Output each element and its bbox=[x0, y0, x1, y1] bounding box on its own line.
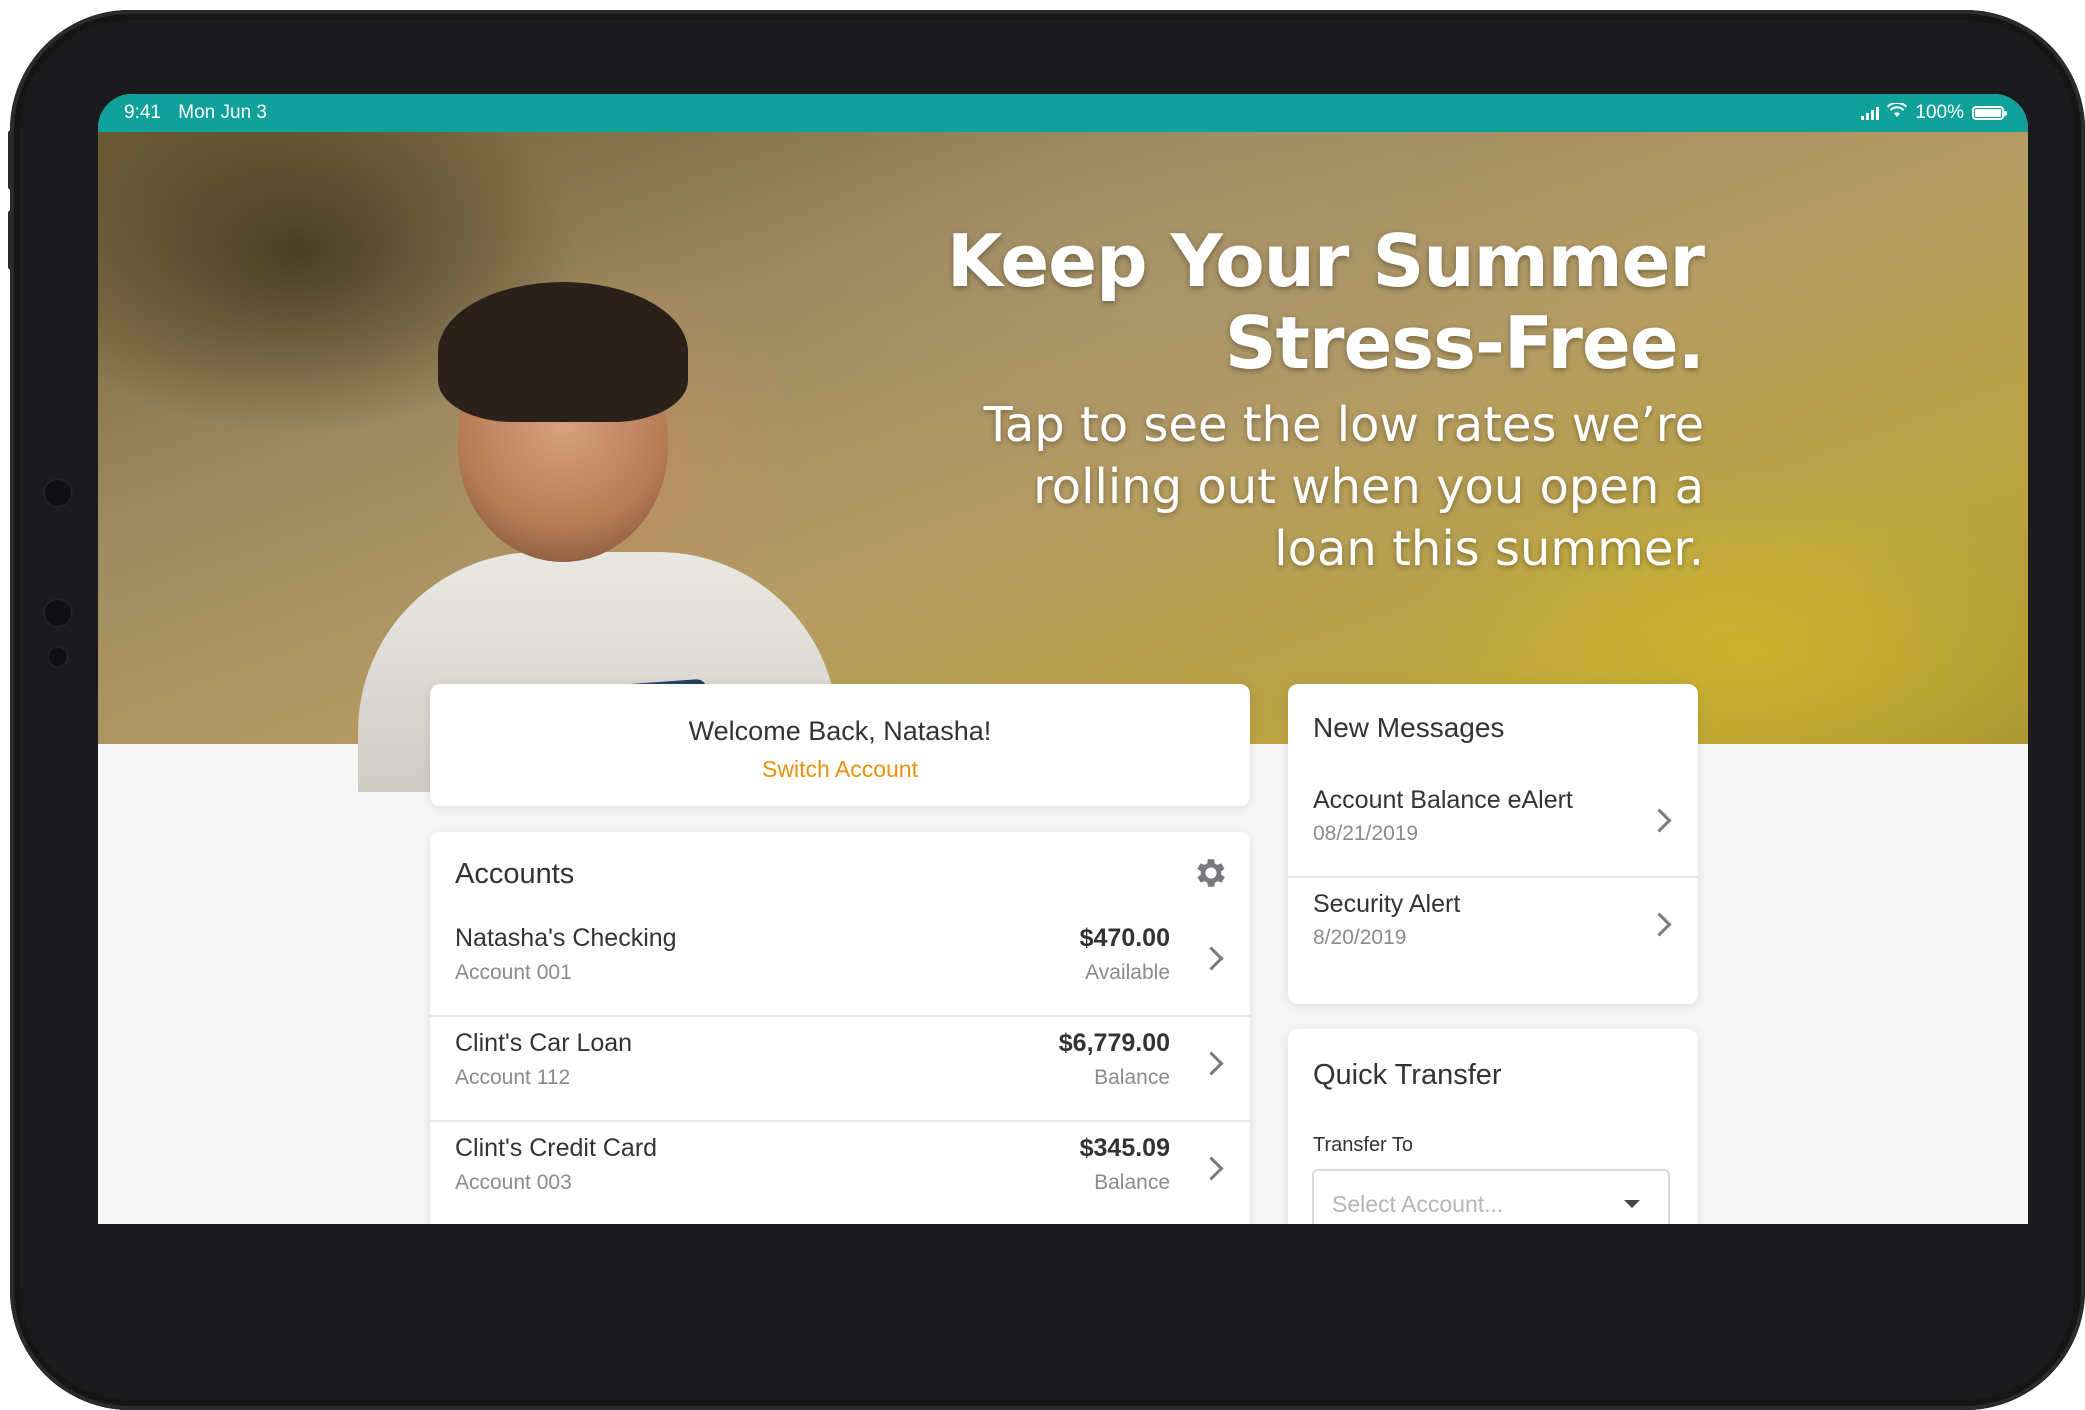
message-row[interactable]: Account Balance eAlert 08/21/2019 bbox=[1288, 774, 1698, 878]
account-amount-type: Available bbox=[1085, 961, 1170, 984]
welcome-card: Welcome Back, Natasha! Switch Account bbox=[430, 684, 1250, 806]
promo-title-line: Keep Your Summer bbox=[946, 219, 1705, 303]
accounts-card: Accounts Natasha's Checking Account 001 … bbox=[430, 832, 1250, 1224]
chevron-right-icon bbox=[1647, 808, 1672, 833]
status-date: Mon Jun 3 bbox=[178, 102, 267, 123]
account-row[interactable]: Clint's Credit Card Account 003 $345.09 … bbox=[430, 1122, 1250, 1224]
ipad-frame: 9:41 Mon Jun 3 100% Keep Your Summer Str… bbox=[8, 10, 2085, 1410]
camera-lens bbox=[45, 600, 71, 626]
app-screen: 9:41 Mon Jun 3 100% Keep Your Summer Str… bbox=[98, 94, 2028, 1224]
message-date: 8/20/2019 bbox=[1313, 926, 1407, 949]
battery-percent: 100% bbox=[1915, 102, 1964, 123]
message-title: Security Alert bbox=[1313, 890, 1461, 918]
promo-banner[interactable]: Keep Your Summer Stress-Free. Tap to see… bbox=[98, 132, 2028, 792]
status-time: 9:41 bbox=[124, 102, 161, 123]
chevron-right-icon bbox=[1647, 912, 1672, 937]
promo-subtitle-line: Tap to see the low rates we’re bbox=[983, 397, 1704, 453]
battery-icon bbox=[1972, 106, 2007, 120]
message-title: Account Balance eAlert bbox=[1313, 786, 1573, 814]
chevron-right-icon bbox=[1199, 946, 1224, 971]
account-amount: $6,779.00 bbox=[1058, 1029, 1170, 1057]
account-name: Clint's Car Loan bbox=[455, 1029, 633, 1057]
chevron-right-icon bbox=[1199, 1156, 1224, 1181]
transfer-to-placeholder: Select Account... bbox=[1332, 1191, 1504, 1217]
transfer-to-select[interactable]: Select Account... bbox=[1312, 1169, 1670, 1224]
hero-photo-hair bbox=[438, 282, 688, 422]
chevron-right-icon bbox=[1199, 1051, 1224, 1076]
account-name: Clint's Credit Card bbox=[455, 1134, 658, 1162]
promo-subtitle-line: rolling out when you open a bbox=[1033, 459, 1704, 515]
promo-title: Keep Your Summer Stress-Free. bbox=[804, 219, 1705, 385]
camera-lens bbox=[45, 480, 71, 506]
account-amount: $470.00 bbox=[1079, 924, 1170, 952]
promo-title-line: Stress-Free. bbox=[1224, 301, 1705, 385]
account-amount-type: Balance bbox=[1094, 1066, 1170, 1089]
promo-subtitle: Tap to see the low rates we’re rolling o… bbox=[804, 394, 1704, 580]
quick-transfer-title: Quick Transfer bbox=[1313, 1059, 1502, 1091]
message-row[interactable]: Security Alert 8/20/2019 bbox=[1288, 878, 1698, 980]
accounts-title: Accounts bbox=[455, 858, 575, 890]
status-bar: 9:41 Mon Jun 3 100% bbox=[98, 94, 2028, 132]
account-amount: $345.09 bbox=[1079, 1134, 1170, 1162]
camera-flash bbox=[49, 648, 67, 666]
caret-down-icon bbox=[1624, 1200, 1640, 1208]
signal-icon bbox=[1861, 106, 1880, 120]
welcome-greeting: Welcome Back, Natasha! bbox=[688, 716, 992, 746]
account-number: Account 003 bbox=[455, 1171, 572, 1194]
transfer-to-label: Transfer To bbox=[1313, 1134, 1414, 1156]
messages-title: New Messages bbox=[1313, 712, 1505, 743]
message-date: 08/21/2019 bbox=[1313, 822, 1419, 845]
account-name: Natasha's Checking bbox=[455, 924, 677, 952]
account-row[interactable]: Clint's Car Loan Account 112 $6,779.00 B… bbox=[430, 1017, 1250, 1122]
messages-list: Account Balance eAlert 08/21/2019 Securi… bbox=[1288, 774, 1698, 980]
messages-card: New Messages Account Balance eAlert 08/2… bbox=[1288, 684, 1698, 1004]
promo-subtitle-line: loan this summer. bbox=[1274, 521, 1704, 577]
gear-icon[interactable] bbox=[1192, 854, 1230, 892]
accounts-list: Natasha's Checking Account 001 $470.00 A… bbox=[430, 912, 1250, 1224]
wifi-icon bbox=[1887, 101, 1908, 124]
account-number: Account 001 bbox=[455, 961, 572, 984]
account-amount-type: Balance bbox=[1094, 1171, 1170, 1194]
volume-button bbox=[8, 210, 14, 270]
quick-transfer-card: Quick Transfer Transfer To Select Accoun… bbox=[1288, 1029, 1698, 1224]
account-number: Account 112 bbox=[455, 1066, 571, 1089]
volume-button bbox=[8, 130, 14, 190]
account-row[interactable]: Natasha's Checking Account 001 $470.00 A… bbox=[430, 912, 1250, 1017]
switch-account-link[interactable]: Switch Account bbox=[430, 756, 1250, 783]
